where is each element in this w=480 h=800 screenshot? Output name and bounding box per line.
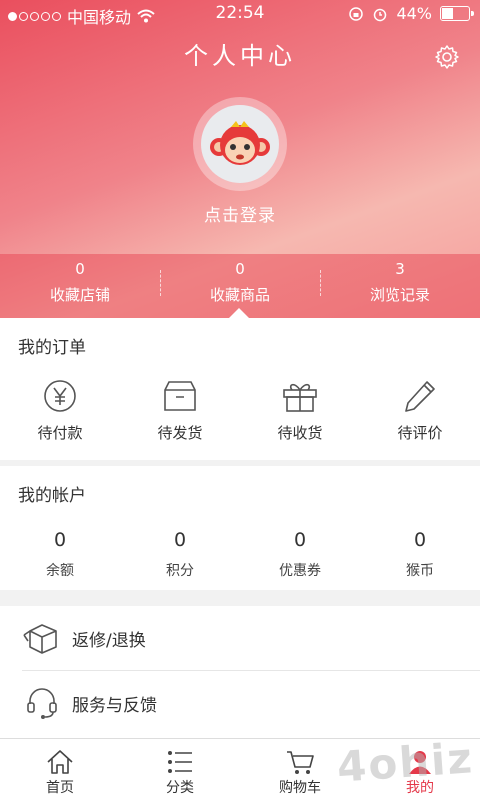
tab-category[interactable]: 分类 xyxy=(120,739,240,800)
stat-value: 0 xyxy=(235,260,245,278)
battery-icon xyxy=(440,6,474,21)
menu-list: 返修/退换 服务与反馈 xyxy=(0,606,480,738)
menu-item-returns[interactable]: 返修/退换 xyxy=(0,606,480,670)
order-label: 待评价 xyxy=(397,424,443,442)
tab-label: 分类 xyxy=(166,780,194,796)
headset-icon xyxy=(27,688,57,719)
order-pending-payment[interactable]: 待付款 xyxy=(0,378,120,443)
gear-icon[interactable] xyxy=(434,44,460,70)
orders-card: 我的订单 待付款 待发货 待收货 待评价 xyxy=(0,318,480,460)
order-label: 待发货 xyxy=(157,424,203,442)
account-value: 0 xyxy=(293,529,307,551)
account-coupons[interactable]: 0 优惠券 xyxy=(240,526,360,580)
menu-label: 服务与反馈 xyxy=(72,695,157,716)
account-title: 我的帐户 xyxy=(18,486,86,506)
order-pending-receipt[interactable]: 待收货 xyxy=(240,378,360,443)
avatar[interactable] xyxy=(193,97,287,191)
account-monkey-coins[interactable]: 0 猴币 xyxy=(360,526,480,580)
stat-label: 收藏商品 xyxy=(209,286,270,304)
gift-icon xyxy=(283,383,317,412)
alarm-icon xyxy=(374,8,387,21)
order-pending-shipment[interactable]: 待发货 xyxy=(120,378,240,443)
pencil-icon xyxy=(405,381,435,412)
watermark-logo: 4ohiz xyxy=(335,733,476,792)
login-link[interactable]: 点击登录 xyxy=(0,201,480,226)
home-icon xyxy=(47,750,73,774)
menu-label: 返修/退换 xyxy=(72,630,146,651)
account-card: 我的帐户 0 余额 0 积分 0 优惠券 0 猴币 xyxy=(0,466,480,590)
account-label: 积分 xyxy=(166,563,194,579)
monkey-avatar-icon xyxy=(201,105,279,183)
account-label: 余额 xyxy=(46,563,74,579)
battery-percent: 44% xyxy=(396,4,432,23)
menu-item-feedback[interactable]: 服务与反馈 xyxy=(0,671,480,735)
orders-title: 我的订单 xyxy=(18,338,86,358)
account-label: 猴币 xyxy=(406,563,434,579)
yen-icon xyxy=(44,380,76,412)
account-value: 0 xyxy=(53,529,67,551)
stat-value: 3 xyxy=(395,260,405,278)
profile-header: 中国移动 22:54 44% 个人中心 点击登录 0 收藏店铺 0 收藏商品 3… xyxy=(0,0,480,318)
account-value: 0 xyxy=(413,529,427,551)
status-bar: 中国移动 22:54 44% xyxy=(0,0,480,28)
stat-browse-history[interactable]: 3 浏览记录 xyxy=(320,254,480,318)
order-label: 待收货 xyxy=(277,424,323,442)
stat-label: 收藏店铺 xyxy=(49,286,110,304)
stat-label: 浏览记录 xyxy=(369,286,430,304)
account-label: 优惠券 xyxy=(279,563,321,579)
order-label: 待付款 xyxy=(37,424,83,442)
list-icon xyxy=(168,751,192,773)
page-title: 个人中心 xyxy=(184,42,296,70)
section-pointer xyxy=(229,308,249,318)
tab-home[interactable]: 首页 xyxy=(0,739,120,800)
box-icon xyxy=(164,381,196,411)
account-value: 0 xyxy=(173,529,187,551)
account-points[interactable]: 0 积分 xyxy=(120,526,240,580)
rotation-lock-icon xyxy=(349,6,364,21)
stat-favorite-shops[interactable]: 0 收藏店铺 xyxy=(0,254,160,318)
order-pending-review[interactable]: 待评价 xyxy=(360,378,480,443)
cart-icon xyxy=(287,751,314,774)
account-balance[interactable]: 0 余额 xyxy=(0,526,120,580)
return-box-icon xyxy=(23,624,57,654)
stat-value: 0 xyxy=(75,260,85,278)
tab-label: 首页 xyxy=(46,780,74,796)
